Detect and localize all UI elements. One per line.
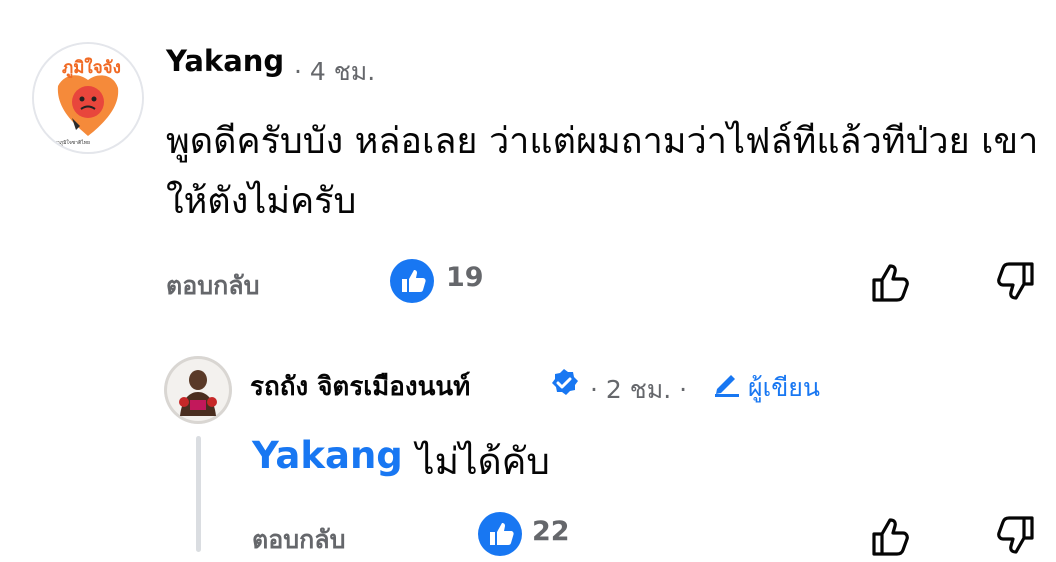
like-count[interactable]: 22 [532, 516, 570, 547]
reply-button[interactable]: ตอบกลับ [166, 266, 259, 306]
pencil-icon [715, 375, 739, 397]
verified-badge-icon [552, 369, 578, 395]
reply-author[interactable]: รถถัง จิตรเมืองนนท์ [250, 366, 470, 407]
reply-author-avatar[interactable] [164, 356, 232, 424]
reply-text: ไม่ได้คับ [416, 440, 550, 483]
like-reaction-icon[interactable] [388, 257, 436, 305]
comment-text: พูดดีครับบัง หล่อเลย ว่าแต่ผมถามว่าไฟล์ท… [166, 121, 1039, 222]
commenter-avatar[interactable]: ภูมิใจจัง รักษาภูมิใจชาติไทย [32, 42, 144, 154]
thumbs-up-icon[interactable] [864, 256, 916, 308]
reply-timestamp[interactable]: · 2 ชม. · [590, 370, 687, 410]
comment-timestamp[interactable]: · 4 ชม. [294, 52, 375, 92]
mention-link[interactable]: Yakang [252, 434, 403, 477]
thumbs-up-icon[interactable] [864, 510, 916, 562]
like-count[interactable]: 19 [446, 262, 484, 293]
fighter-avatar-icon [164, 356, 232, 424]
comment-author[interactable]: Yakang [166, 44, 284, 78]
avatar-tagline: รักษาภูมิใจชาติไทย [48, 140, 90, 146]
thread-line [196, 436, 201, 552]
avatar-brand-text: ภูมิใจจัง [62, 58, 121, 78]
author-badge: ผู้เขียน [748, 373, 821, 402]
thumbs-down-icon[interactable] [990, 256, 1042, 308]
reply-button[interactable]: ตอบกลับ [252, 520, 345, 560]
like-reaction-icon[interactable] [476, 510, 524, 558]
thumbs-down-icon[interactable] [990, 510, 1042, 562]
